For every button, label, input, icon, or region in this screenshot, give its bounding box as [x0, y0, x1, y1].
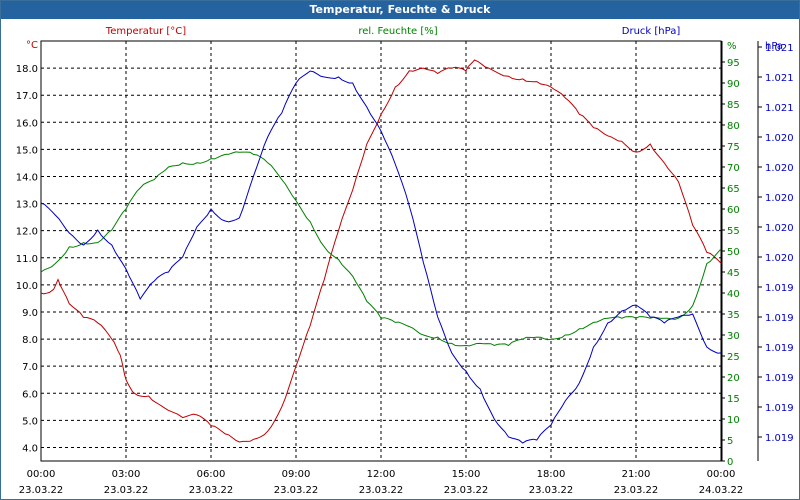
- x-tick-time: 06:00: [197, 469, 226, 480]
- temp-tick-label: 11.0: [16, 254, 38, 265]
- temp-tick-label: 14.0: [16, 172, 38, 183]
- humidity-tick-label: 75: [727, 142, 740, 153]
- pressure-tick-label: 1.020: [765, 253, 794, 264]
- pressure-tick-label: 1.020: [765, 223, 794, 234]
- humidity-tick-label: 35: [727, 310, 740, 321]
- chart-window: Temperatur, Feuchte & Druck 00:00 23.03.2…: [0, 0, 800, 500]
- pressure-tick-label: 1.020: [765, 193, 794, 204]
- pressure-tick-label: 1.019: [765, 433, 794, 444]
- humidity-tick-label: 10: [727, 415, 740, 426]
- temp-tick-label: 15.0: [16, 145, 38, 156]
- humidity-tick-label: 90: [727, 79, 740, 90]
- temp-tick-label: 8.0: [22, 335, 38, 346]
- humidity-tick-label: 30: [727, 331, 740, 342]
- pressure-tick-label: 1.021: [765, 103, 794, 114]
- x-tick-time: 09:00: [282, 469, 311, 480]
- pressure-tick-label: 1.021: [765, 73, 794, 84]
- x-tick-time: 18:00: [537, 469, 566, 480]
- x-tick-date: 23.03.22: [19, 485, 64, 496]
- humidity-tick-label: 60: [727, 205, 740, 216]
- humidity-tick-label: 55: [727, 226, 740, 237]
- pressure-tick-label: 1.019: [765, 343, 794, 354]
- x-tick-time: 03:00: [112, 469, 141, 480]
- x-tick-date: 23.03.22: [614, 485, 659, 496]
- x-tick-date: 23.03.22: [444, 485, 489, 496]
- temp-tick-label: 13.0: [16, 200, 38, 211]
- humidity-unit-label: %: [727, 41, 737, 52]
- x-tick-time: 21:00: [622, 469, 651, 480]
- x-tick-date: 23.03.22: [274, 485, 319, 496]
- temp-tick-label: 4.0: [22, 443, 38, 454]
- humidity-tick-label: 0: [727, 457, 733, 468]
- humidity-tick-label: 50: [727, 247, 740, 258]
- x-tick-date: 24.03.22: [699, 485, 744, 496]
- legend-2: Druck [hPa]: [622, 26, 681, 37]
- pressure-tick-label: 1.019: [765, 283, 794, 294]
- humidity-tick-label: 5: [727, 436, 733, 447]
- x-tick-time: 12:00: [367, 469, 396, 480]
- pressure-tick-label: 1.019: [765, 313, 794, 324]
- legend-0: Temperatur [°C]: [105, 26, 186, 37]
- pressure-tick-label: 1.020: [765, 133, 794, 144]
- x-tick-date: 23.03.22: [104, 485, 149, 496]
- humidity-tick-label: 40: [727, 289, 740, 300]
- temp-tick-label: 10.0: [16, 281, 38, 292]
- temp-tick-label: 5.0: [22, 416, 38, 427]
- humidity-tick-label: 85: [727, 100, 740, 111]
- humidity-tick-label: 80: [727, 121, 740, 132]
- pressure-tick-label: 1.019: [765, 373, 794, 384]
- humidity-tick-label: 45: [727, 268, 740, 279]
- temp-tick-label: 9.0: [22, 308, 38, 319]
- temp-unit-label: °C: [26, 40, 38, 51]
- humidity-tick-label: 25: [727, 352, 740, 363]
- temp-tick-label: 7.0: [22, 362, 38, 373]
- temp-tick-label: 6.0: [22, 389, 38, 400]
- humidity-tick-label: 65: [727, 184, 740, 195]
- humidity-tick-label: 15: [727, 394, 740, 405]
- x-tick-date: 23.03.22: [529, 485, 574, 496]
- temp-tick-label: 18.0: [16, 64, 38, 75]
- x-tick-date: 23.03.22: [359, 485, 404, 496]
- humidity-tick-label: 20: [727, 373, 740, 384]
- x-tick-time: 00:00: [707, 469, 736, 480]
- temp-tick-label: 16.0: [16, 118, 38, 129]
- humidity-tick-label: 95: [727, 58, 740, 69]
- x-tick-time: 00:00: [27, 469, 56, 480]
- pressure-tick-label: 1.020: [765, 163, 794, 174]
- x-tick-time: 15:00: [452, 469, 481, 480]
- x-tick-date: 23.03.22: [189, 485, 234, 496]
- pressure-tick-label: 1.019: [765, 403, 794, 414]
- chart-canvas: 00:00 23.03.22 03:00 23.03.22 06:00 23.03.22 0…: [16, 26, 794, 496]
- humidity-tick-label: 70: [727, 163, 740, 174]
- legend-1: rel. Feuchte [%]: [358, 26, 437, 37]
- pressure-unit-label: hPa: [765, 41, 783, 52]
- temp-tick-label: 17.0: [16, 91, 38, 102]
- temp-tick-label: 12.0: [16, 227, 38, 238]
